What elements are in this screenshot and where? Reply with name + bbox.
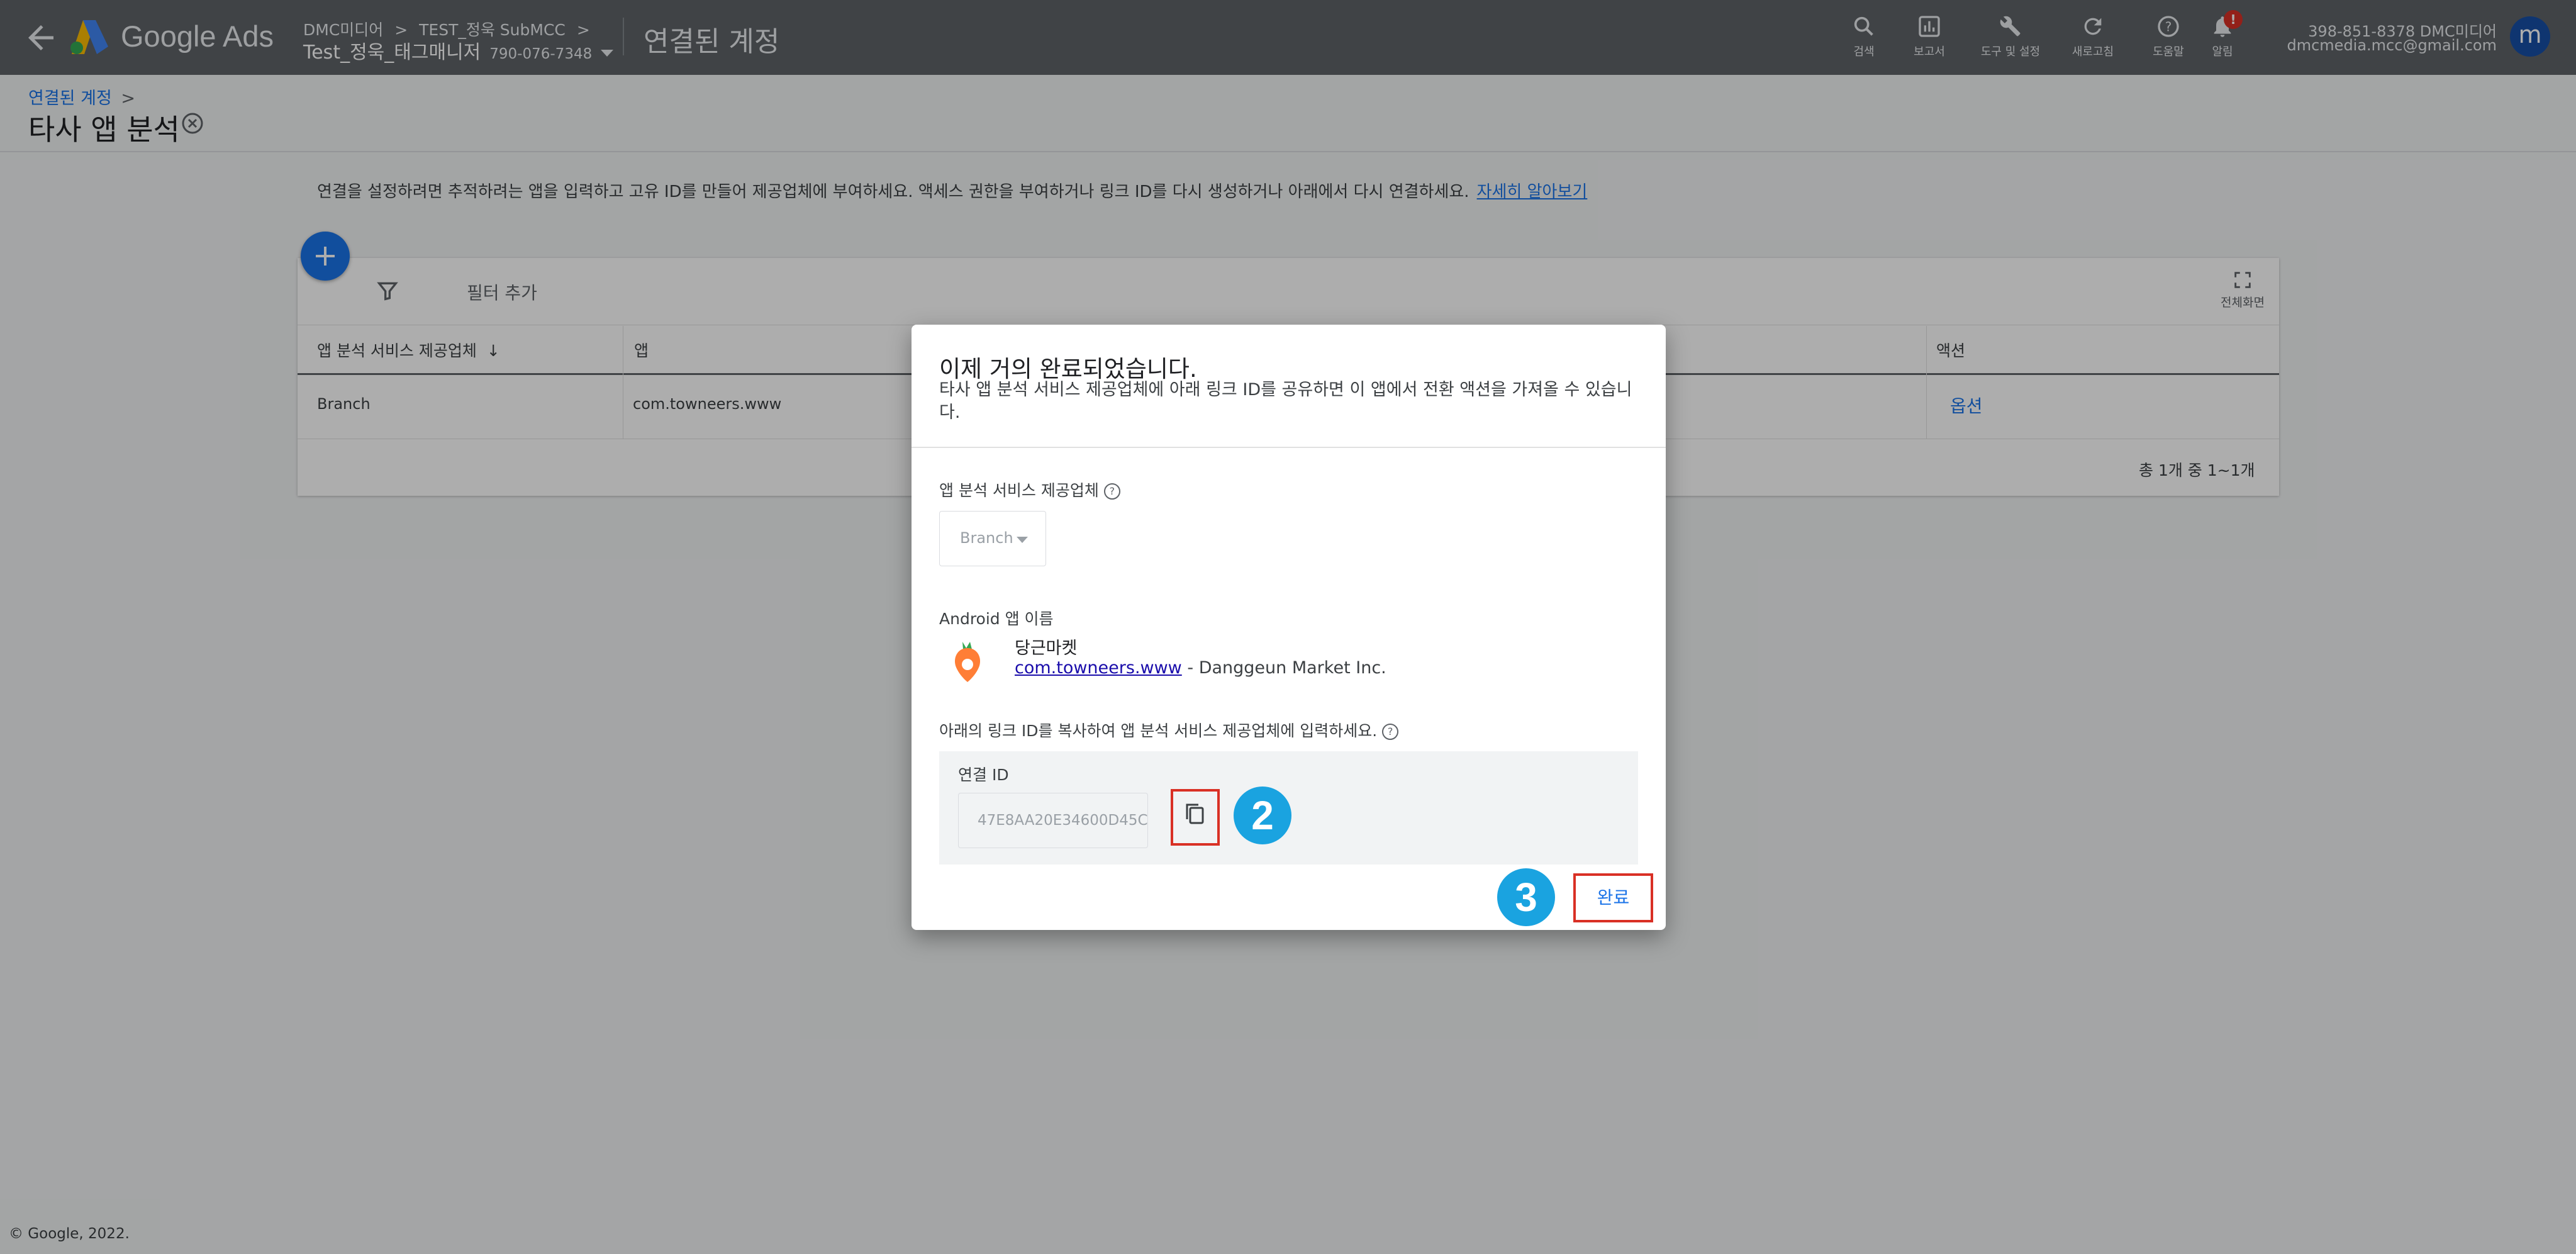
provider-select-value: Branch — [960, 529, 1013, 547]
done-button[interactable]: 완료 — [1573, 873, 1653, 922]
provider-label: 앱 분석 서비스 제공업체? — [939, 478, 1120, 501]
copy-icon — [1186, 803, 1204, 824]
app-package-link[interactable]: com.towneers.www — [1015, 658, 1182, 678]
android-app-label: Android 앱 이름 — [939, 610, 1054, 628]
caret-down-icon — [1017, 537, 1028, 543]
dialog-subtitle: 타사 앱 분석 서비스 제공업체에 아래 링크 ID를 공유하면 이 앱에서 전… — [939, 380, 1632, 422]
help-icon[interactable]: ? — [1103, 483, 1120, 500]
copy-button[interactable] — [1171, 789, 1220, 846]
provider-label-text: 앱 분석 서비스 제공업체 — [939, 481, 1099, 500]
step-2-badge: 2 — [1234, 787, 1291, 844]
app-package-line: com.towneers.www - Danggeun Market Inc. — [1015, 658, 1386, 678]
provider-select: Branch — [939, 511, 1046, 566]
carrot-app-icon — [954, 642, 981, 682]
app-publisher: - Danggeun Market Inc. — [1187, 658, 1386, 678]
step-3-badge: 3 — [1497, 868, 1555, 926]
help-icon[interactable]: ? — [1382, 724, 1399, 740]
link-id-field[interactable]: 47E8AA20E34600D45CA — [958, 793, 1148, 848]
dialog-divider — [912, 447, 1666, 448]
app-name: 당근마켓 — [1015, 639, 1078, 658]
link-id-label: 연결 ID — [958, 766, 1009, 784]
link-id-value: 47E8AA20E34600D45CA — [978, 812, 1148, 829]
copy-instruction-text: 아래의 링크 ID를 복사하여 앱 분석 서비스 제공업체에 입력하세요. — [939, 722, 1378, 740]
copy-instruction: 아래의 링크 ID를 복사하여 앱 분석 서비스 제공업체에 입력하세요.? — [939, 719, 1399, 741]
